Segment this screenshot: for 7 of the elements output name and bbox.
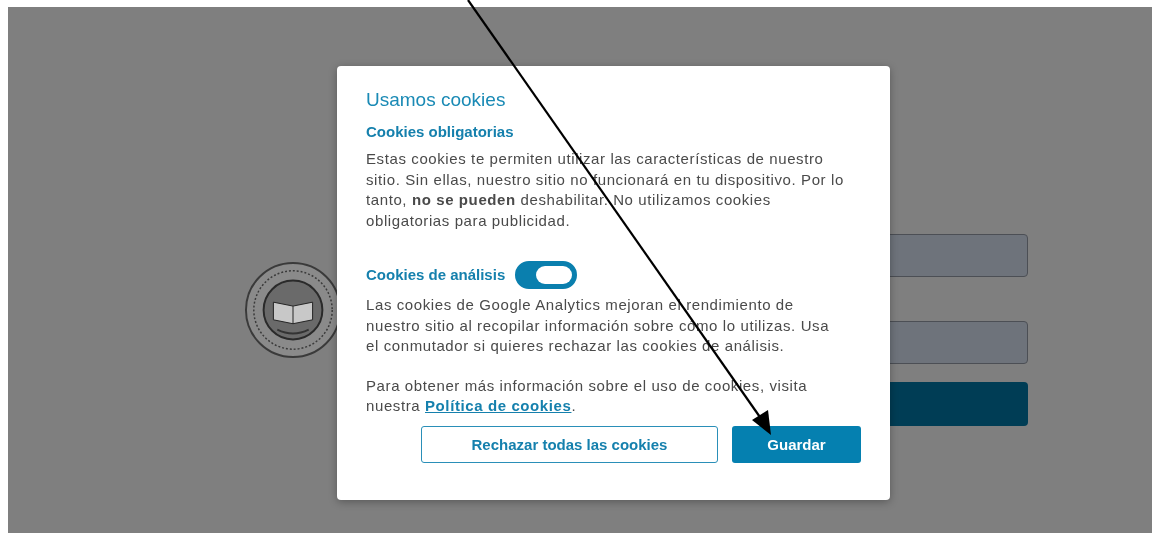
section-heading: Cookies obligatorias (366, 122, 514, 142)
section-heading: Cookies de análisis (366, 265, 506, 285)
save-button[interactable]: Guardar (732, 425, 861, 463)
reject-button[interactable]: Rechazar todas las cookies (421, 425, 718, 463)
policy-link[interactable]: Política de cookies (425, 397, 572, 414)
dialog-title: Usamos cookies (366, 88, 507, 112)
toggle-switch[interactable] (515, 261, 578, 289)
